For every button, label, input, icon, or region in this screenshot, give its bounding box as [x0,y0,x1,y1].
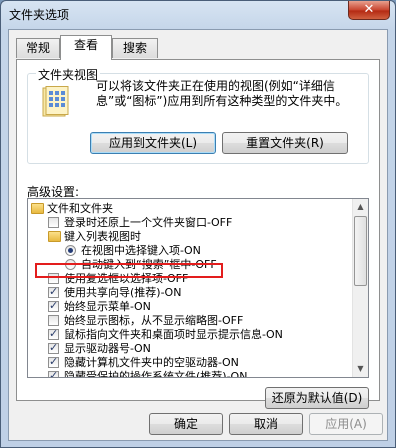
reset-folders-button[interactable]: 重置文件夹(R) [222,132,348,154]
checkbox[interactable] [48,315,59,326]
tab-general[interactable]: 常规 [16,38,60,58]
view-tab-panel: 文件夹视图 可以将该文件夹正在使用的视图(例如“详细信息”或“图标”)应用到所有… [16,59,380,409]
folder-options-window: 文件夹选项 ✕ 常规 查看 搜索 文件夹视图 可以将该文件夹正在使用的视图(例如… [0,0,396,448]
tree-scrollbar[interactable]: ▲ ▼ [352,199,368,377]
window-title: 文件夹选项 [9,8,70,22]
scroll-thumb[interactable] [354,216,367,286]
checkbox[interactable] [48,299,59,313]
tree-item-label: 隐藏计算机文件夹中的空驱动器-ON [64,356,239,369]
folder-view-icon [42,86,69,117]
advanced-settings-tree[interactable]: 文件和文件夹 登录时还原上一个文件夹窗口-OFF 键入列表视图时 在视图中选择键入项-… [27,198,369,378]
folder-views-group: 文件夹视图 可以将该文件夹正在使用的视图(例如“详细信息”或“图标”)应用到所有… [27,66,369,164]
highlight-box [35,263,223,278]
tree-item-label: 始终显示菜单-ON [64,300,151,313]
checkbox[interactable] [48,355,59,369]
tree-item-label: 在视图中选择键入项-ON [81,244,201,257]
tab-view[interactable]: 查看 [60,35,112,60]
folder-icon [31,203,44,214]
checkbox[interactable] [48,217,59,228]
apply-button[interactable]: 应用(A) [309,413,383,435]
folder-views-title: 文件夹视图 [36,66,101,83]
radio-button[interactable] [65,245,76,256]
tree-item-label: 显示驱动器号-ON [64,342,151,355]
tree-item-label: 文件和文件夹 [47,202,113,215]
checkbox[interactable] [48,341,59,355]
tree-item-label: 始终显示图标，从不显示缩略图-OFF [64,314,244,327]
tree-item-label: 登录时还原上一个文件夹窗口-OFF [64,216,233,229]
ok-button[interactable]: 确定 [149,413,223,435]
checkbox[interactable] [48,285,59,299]
tree-item-label: 使用共享向导(推荐)-ON [64,286,182,299]
tree-item-label: 鼠标指向文件夹和桌面项时显示提示信息-ON [64,328,283,341]
scroll-up-arrow-icon[interactable]: ▲ [353,199,368,215]
dialog-client: 常规 查看 搜索 文件夹视图 可以将该文件夹正在使用的视图(例如“详细信息”或“… [8,29,388,441]
apply-to-folders-button[interactable]: 应用到文件夹(L) [90,132,216,154]
folder-icon [48,231,61,242]
tree-item-label: 隐藏受保护的操作系统文件(推荐)-ON [64,370,248,378]
folder-views-description: 可以将该文件夹正在使用的视图(例如“详细信息”或“图标”)应用到所有这种类型的文… [96,79,348,108]
tree-item-label: 键入列表视图时 [64,230,141,243]
close-icon: ✕ [363,2,375,17]
checkbox[interactable] [48,327,59,341]
cancel-button[interactable]: 取消 [229,413,303,435]
close-button[interactable]: ✕ [348,1,390,20]
tab-search[interactable]: 搜索 [112,38,158,58]
restore-defaults-button[interactable]: 还原为默认值(D) [265,387,369,409]
scroll-down-arrow-icon[interactable]: ▼ [353,361,368,377]
checkbox[interactable] [48,369,59,377]
